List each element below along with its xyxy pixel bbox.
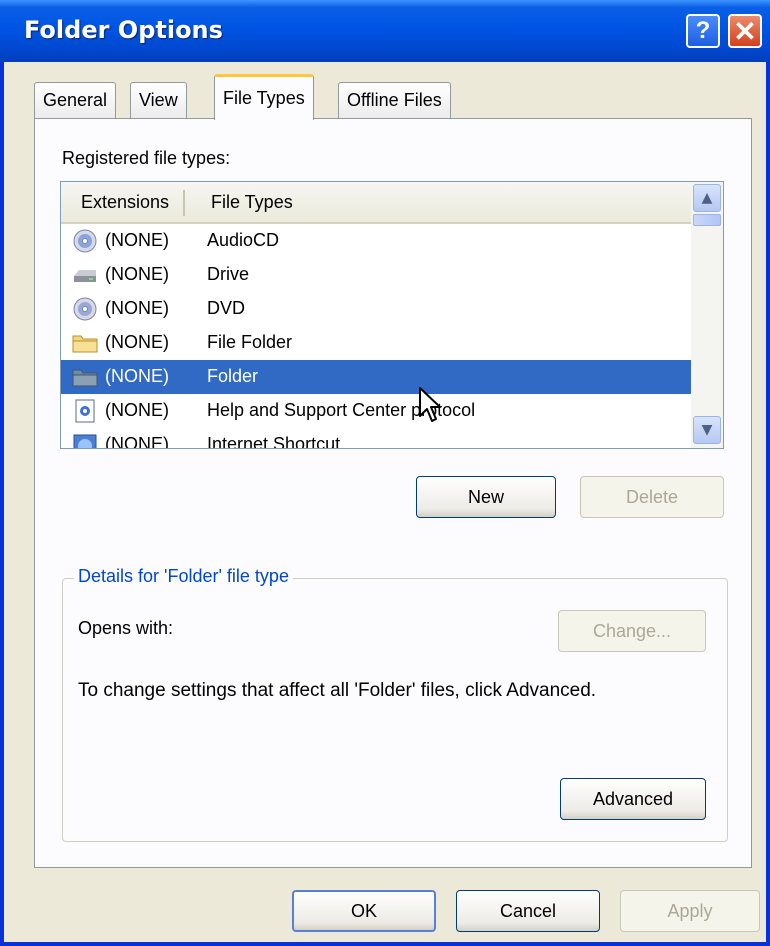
apply-button[interactable]: Apply [620,890,760,932]
help-icon: ? [695,17,711,44]
file-type-cell: File Folder [207,332,293,352]
list-header: Extensions File Types [61,182,691,224]
tab-label: General [43,90,108,110]
close-button[interactable]: ✕ [728,14,762,48]
extension-cell: (NONE) [105,434,169,449]
list-item[interactable]: (NONE) Help and Support Center protocol [61,394,691,428]
chevron-down-icon: ▼ [701,422,713,438]
vertical-scrollbar[interactable]: ▲ ▼ [691,182,723,448]
details-group-title: Details for 'Folder' file type [74,566,293,587]
cancel-button[interactable]: Cancel [456,890,600,932]
extension-cell: (NONE) [105,400,169,420]
cd-icon [73,229,97,253]
dvd-icon [73,297,97,321]
help-document-icon [75,399,95,423]
folder-icon [72,369,98,387]
ok-button[interactable]: OK [292,890,436,932]
tab-label: Offline Files [347,90,442,110]
delete-button-label: Delete [625,486,679,507]
scroll-up-button[interactable]: ▲ [693,184,721,212]
tab-offline-files[interactable]: Offline Files [338,82,451,118]
advanced-description: To change settings that affect all 'Fold… [78,680,597,701]
extension-cell: (NONE) [105,298,169,318]
advanced-button-label: Advanced [592,788,674,809]
chevron-up-icon: ▲ [701,190,713,206]
file-type-cell: Folder [207,366,259,386]
opens-with-label: Opens with: [78,618,174,638]
list-item[interactable]: (NONE) Drive [61,258,691,292]
scroll-thumb[interactable] [693,214,721,226]
close-icon: ✕ [733,15,757,47]
drive-icon [74,270,96,282]
extension-cell: (NONE) [105,264,169,284]
list-item[interactable]: (NONE) File Folder [61,326,691,360]
change-button[interactable]: Change... [558,610,706,652]
apply-button-label: Apply [667,900,713,921]
mouse-cursor-icon [419,387,441,422]
file-type-cell: DVD [207,298,246,318]
extension-cell: (NONE) [105,332,169,352]
new-button[interactable]: New [416,476,556,518]
folder-icon [72,335,98,353]
tab-file-types[interactable]: File Types [214,74,314,120]
tab-general[interactable]: General [34,82,117,118]
extension-cell: (NONE) [105,366,169,386]
file-type-cell: AudioCD [207,230,280,250]
window-title: Folder Options [24,16,223,44]
help-button[interactable]: ? [686,14,720,48]
ok-button-label: OK [350,900,377,921]
list-item-selected[interactable]: (NONE) Folder [61,360,691,394]
column-header-extensions[interactable]: Extensions [81,192,169,213]
advanced-button[interactable]: Advanced [560,778,706,820]
title-bar[interactable]: Folder Options ? ✕ [0,0,770,62]
new-button-label: New [467,486,504,507]
scroll-down-button[interactable]: ▼ [693,416,721,444]
list-item[interactable]: (NONE) Internet Shortcut [61,428,691,449]
delete-button[interactable]: Delete [580,476,724,518]
registered-file-types-label: Registered file types: [62,148,231,168]
tab-label: File Types [223,88,305,108]
extension-cell: (NONE) [105,230,169,250]
list-item[interactable]: (NONE) AudioCD [61,224,691,258]
tab-label: View [139,90,178,110]
cancel-button-label: Cancel [499,900,557,921]
internet-shortcut-icon [73,434,97,448]
list-item[interactable]: (NONE) DVD [61,292,691,326]
column-divider[interactable] [183,190,185,216]
file-types-list[interactable]: Extensions File Types (NONE) AudioCD (NO… [60,181,724,449]
file-type-cell: Internet Shortcut [207,434,341,449]
tab-view[interactable]: View [130,82,187,118]
file-type-cell: Drive [207,264,250,284]
change-button-label: Change... [592,620,672,641]
column-header-file-types[interactable]: File Types [211,192,293,213]
